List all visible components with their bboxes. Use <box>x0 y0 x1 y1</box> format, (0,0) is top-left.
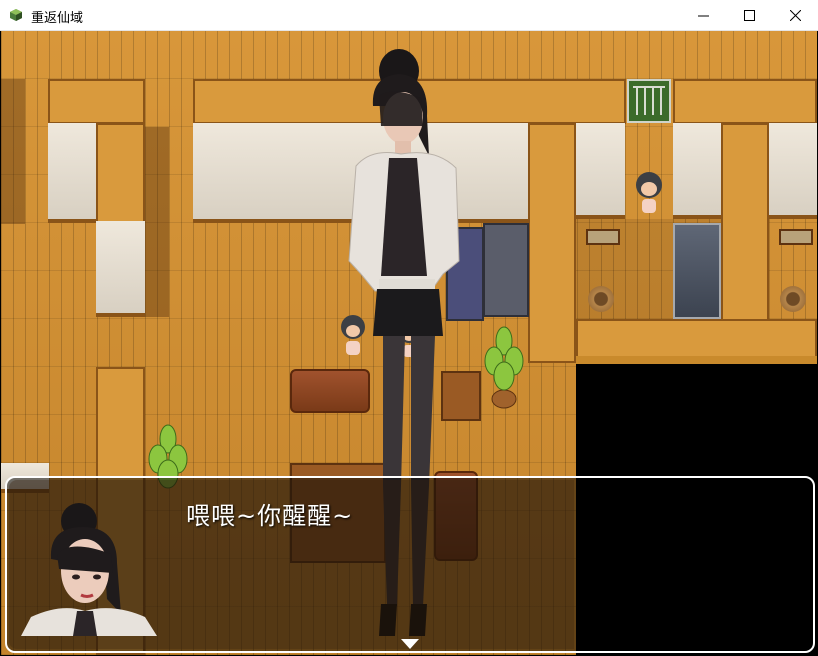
speaker-portrait <box>21 503 157 636</box>
minimize-button[interactable] <box>680 0 726 31</box>
cage-bars <box>633 86 665 115</box>
maximize-icon <box>743 10 755 21</box>
wall-face <box>576 123 625 219</box>
wall-face <box>96 221 145 317</box>
basket[interactable] <box>780 286 806 312</box>
wall-face <box>769 123 817 219</box>
app-game-icon <box>10 9 22 21</box>
game-viewport[interactable]: 喂喂~你醒醒~ <box>1 31 817 655</box>
wall-block <box>528 123 576 363</box>
wall-block <box>96 123 145 223</box>
close-button[interactable] <box>772 0 818 31</box>
potted-plant <box>484 326 524 409</box>
wall-block <box>673 79 817 124</box>
bookshelf[interactable] <box>483 223 529 317</box>
minimize-icon <box>697 15 709 17</box>
window-title: 重返仙域 <box>31 11 84 26</box>
basket[interactable] <box>588 286 614 312</box>
wall-shadow <box>145 127 169 317</box>
wall-block <box>48 79 145 124</box>
maximize-button[interactable] <box>726 0 772 31</box>
wall-block <box>721 123 769 323</box>
window-titlebar: 重返仙域 <box>0 0 818 31</box>
dialog-text: 喂喂~你醒醒~ <box>186 502 354 530</box>
npc-child-top[interactable] <box>633 169 665 219</box>
wall-shadow <box>1 79 25 224</box>
close-icon <box>789 10 801 21</box>
bed[interactable] <box>673 223 721 319</box>
wall-face <box>48 123 98 223</box>
wall-block <box>576 319 817 359</box>
small-shelf[interactable] <box>779 229 813 245</box>
cage[interactable] <box>627 79 671 123</box>
small-shelf[interactable] <box>586 229 620 245</box>
down-arrow-icon[interactable] <box>401 639 419 649</box>
wall-face <box>673 123 722 219</box>
